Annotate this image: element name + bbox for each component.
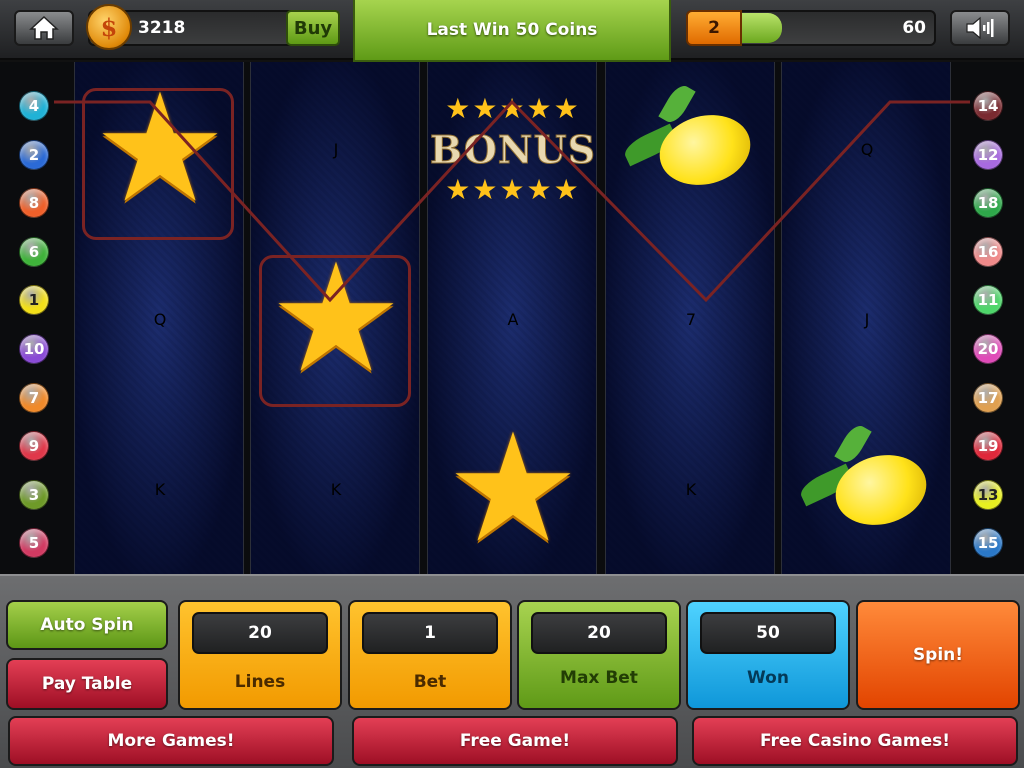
- slot-machine-screen: $ 3218 Buy Last Win 50 Coins 2 60 ★ Q K J ★ K…: [0, 0, 1024, 768]
- bet-value: 1: [362, 612, 498, 654]
- won-value: 50: [700, 612, 836, 654]
- pay-table-button[interactable]: Pay Table: [6, 658, 168, 710]
- home-icon: [29, 15, 59, 40]
- lines-selector[interactable]: 20 Lines: [178, 600, 342, 710]
- control-panel: Auto Spin Pay Table 20 Lines 1 Bet 20 Ma…: [0, 574, 1024, 768]
- sound-toggle-button[interactable]: [950, 10, 1010, 46]
- last-win-banner: Last Win 50 Coins: [353, 0, 671, 62]
- speaker-icon: [966, 16, 994, 40]
- free-casino-games-button[interactable]: Free Casino Games!: [692, 716, 1018, 766]
- coin-balance: 3218: [138, 18, 186, 38]
- winning-payline: [54, 99, 970, 303]
- max-bet-button[interactable]: 20 Max Bet: [517, 600, 681, 710]
- auto-spin-button[interactable]: Auto Spin: [6, 600, 168, 650]
- level-progress-fill: [742, 13, 782, 43]
- buy-button[interactable]: Buy: [286, 10, 340, 46]
- more-games-button[interactable]: More Games!: [8, 716, 334, 766]
- bet-selector[interactable]: 1 Bet: [348, 600, 512, 710]
- free-game-button[interactable]: Free Game!: [352, 716, 678, 766]
- won-label: Won: [747, 668, 789, 688]
- won-display: 50 Won: [686, 600, 850, 710]
- xp-value: 60: [902, 18, 926, 38]
- bet-label: Bet: [413, 672, 447, 692]
- reel-area: ★ Q K J ★ K ★★★★★ BONUS ★★★★★ A ★ 7 K Q J 4 2 8 6 1 10 7 9 3 5 …: [0, 62, 1024, 574]
- max-bet-label: Max Bet: [560, 668, 638, 688]
- level-number: 2: [686, 10, 742, 46]
- home-button[interactable]: [14, 10, 74, 46]
- spin-button[interactable]: Spin!: [856, 600, 1020, 710]
- max-bet-value: 20: [531, 612, 667, 654]
- lines-label: Lines: [234, 672, 286, 692]
- top-bar: $ 3218 Buy Last Win 50 Coins 2 60: [0, 0, 1024, 62]
- lines-value: 20: [192, 612, 328, 654]
- dollar-coin-icon: $: [86, 4, 132, 50]
